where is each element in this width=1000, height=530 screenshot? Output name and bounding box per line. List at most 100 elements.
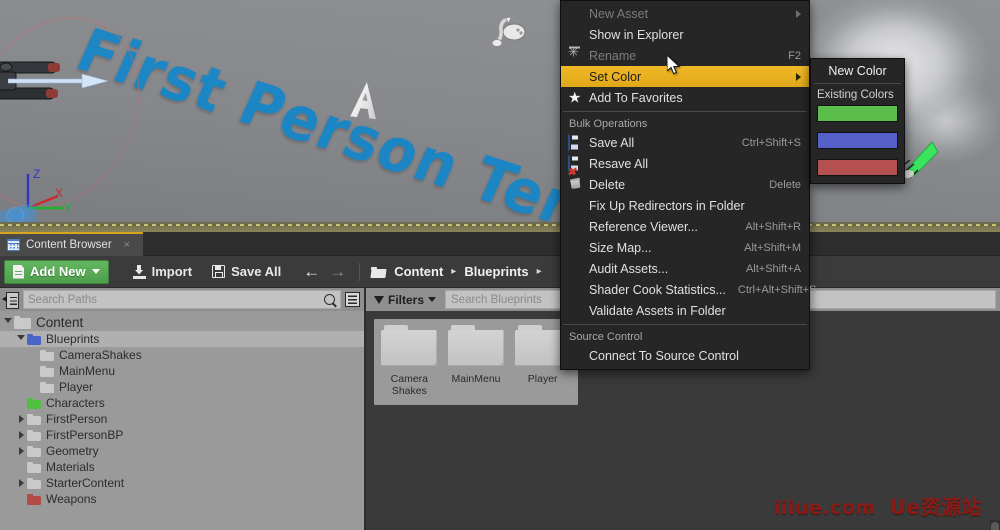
folder-context-menu[interactable]: New AssetShow in ExplorerRenameF2Set Col… — [560, 0, 810, 370]
menu-item-label: Validate Assets in Folder — [589, 304, 801, 318]
expander-icon[interactable] — [15, 447, 27, 455]
forward-arrow-icon[interactable]: → — [329, 263, 346, 280]
menu-item-label: Shader Cook Statistics... — [589, 283, 726, 297]
tree-item-characters[interactable]: Characters — [0, 395, 364, 411]
content-browser-icon — [7, 239, 20, 251]
menu-item-shortcut: Alt+Shift+A — [746, 263, 801, 275]
asset-view-scrollbar[interactable] — [990, 520, 1000, 530]
existing-colors-label: Existing Colors — [811, 86, 904, 105]
folder-icon — [27, 430, 41, 441]
breadcrumb-separator-icon: ▸ — [451, 266, 456, 277]
filters-button[interactable]: Filters — [370, 293, 440, 307]
asset-tile[interactable]: MainMenu — [445, 325, 508, 397]
menu-item-size-map[interactable]: Size Map...Alt+Shift+M — [561, 237, 809, 258]
collapse-panel-icon[interactable] — [2, 292, 19, 307]
expander-icon[interactable] — [2, 318, 14, 327]
watermark-site: iiiue.com — [774, 497, 876, 519]
mouse-cursor — [667, 55, 681, 75]
folder-icon — [27, 398, 41, 409]
expander-icon[interactable] — [15, 431, 27, 439]
tree-item-label: Blueprints — [46, 332, 99, 346]
save-icon — [212, 265, 225, 278]
tree-item-label: FirstPerson — [46, 412, 107, 426]
tree-item-mainmenu[interactable]: MainMenu — [0, 363, 364, 379]
tree-item-content[interactable]: Content — [0, 313, 364, 331]
menu-item-save-all[interactable]: Save AllCtrl+Shift+S — [561, 132, 809, 153]
asset-tile-label: Camera Shakes — [378, 373, 441, 397]
folder-icon — [40, 366, 54, 377]
close-icon[interactable]: × — [124, 239, 130, 251]
expander-icon[interactable] — [15, 415, 27, 423]
submenu-arrow-icon — [796, 10, 801, 18]
submenu-arrow-icon — [796, 73, 801, 81]
set-color-submenu[interactable]: New Color Existing Colors — [810, 58, 905, 184]
menu-item-connect-to-source-control[interactable]: Connect To Source Control — [561, 345, 809, 366]
folder-thumbnail-icon — [381, 325, 437, 368]
menu-item-show-in-explorer[interactable]: Show in Explorer — [561, 24, 809, 45]
menu-item-reference-viewer[interactable]: Reference Viewer...Alt+Shift+R — [561, 216, 809, 237]
tree-item-label: FirstPersonBP — [46, 428, 123, 442]
folder-icon — [40, 382, 54, 393]
search-icon — [324, 294, 335, 305]
back-arrow-icon[interactable]: ← — [303, 263, 320, 280]
translate-gizmo-x-axis[interactable] — [8, 74, 108, 88]
weapon-mesh[interactable] — [0, 48, 112, 128]
tree-item-camerashakes[interactable]: CameraShakes — [0, 347, 364, 363]
menu-item-label: Connect To Source Control — [589, 349, 801, 363]
tree-item-startercontent[interactable]: StarterContent — [0, 475, 364, 491]
folder-tree[interactable]: ContentBlueprintsCameraShakesMainMenuPla… — [0, 311, 364, 530]
menu-item-audit-assets[interactable]: Audit Assets...Alt+Shift+A — [561, 258, 809, 279]
chevron-down-icon — [428, 297, 436, 302]
player-start-icon[interactable] — [487, 12, 529, 54]
folder-icon — [14, 316, 31, 329]
add-new-button[interactable]: Add New — [4, 260, 109, 284]
folder-icon — [40, 350, 54, 361]
filters-label: Filters — [388, 293, 424, 307]
expander-icon[interactable] — [15, 335, 27, 344]
tree-item-firstpersonbp[interactable]: FirstPersonBP — [0, 427, 364, 443]
breadcrumb-item-content[interactable]: Content — [394, 264, 443, 279]
breadcrumb-item-blueprints[interactable]: Blueprints — [464, 264, 528, 279]
red-swatch[interactable] — [817, 159, 898, 176]
menu-separator — [563, 111, 807, 112]
folder-icon — [27, 446, 41, 457]
blue-swatch[interactable] — [817, 132, 898, 149]
folder-icon — [27, 478, 41, 489]
tree-item-player[interactable]: Player — [0, 379, 364, 395]
menu-item-validate-assets-in-folder[interactable]: Validate Assets in Folder — [561, 300, 809, 321]
directional-arrow-gizmo[interactable] — [900, 138, 944, 182]
menu-item-shader-cook-statistics[interactable]: Shader Cook Statistics...Ctrl+Alt+Shift+… — [561, 279, 809, 300]
list-view-icon[interactable] — [345, 292, 360, 307]
tree-item-weapons[interactable]: Weapons — [0, 491, 364, 507]
menu-item-add-to-favorites[interactable]: ★Add To Favorites — [561, 87, 809, 108]
menu-item-delete[interactable]: ✖DeleteDelete — [561, 174, 809, 195]
menu-item-shortcut: Delete — [769, 179, 801, 191]
tree-item-label: StarterContent — [46, 476, 124, 490]
tree-item-materials[interactable]: Materials — [0, 459, 364, 475]
menu-item-label: Size Map... — [589, 241, 732, 255]
menu-separator — [563, 324, 807, 325]
tree-item-blueprints[interactable]: Blueprints — [0, 331, 364, 347]
menu-section-bulk-operations: Bulk Operations — [561, 115, 809, 132]
import-button[interactable]: Import — [123, 260, 202, 284]
new-color-menu-item[interactable]: New Color — [811, 61, 904, 81]
breadcrumb-dropdown-icon[interactable]: ▸ — [537, 266, 542, 277]
green-swatch[interactable] — [817, 105, 898, 122]
folder-icon — [27, 334, 41, 345]
tree-item-firstperson[interactable]: FirstPerson — [0, 411, 364, 427]
folder-thumbnail-icon — [448, 325, 504, 368]
svg-text:X: X — [55, 186, 63, 200]
tree-item-geometry[interactable]: Geometry — [0, 443, 364, 459]
asset-tile-label: MainMenu — [451, 373, 500, 385]
tab-content-browser[interactable]: Content Browser × — [0, 232, 143, 256]
menu-item-fix-up-redirectors-in-folder[interactable]: Fix Up Redirectors in Folder — [561, 195, 809, 216]
asset-tile[interactable]: Camera Shakes — [378, 325, 441, 397]
tree-item-label: Materials — [46, 460, 95, 474]
menu-item-resave-all[interactable]: Resave All — [561, 153, 809, 174]
menu-item-shortcut: Alt+Shift+R — [745, 221, 801, 233]
save-all-button[interactable]: Save All — [202, 260, 291, 284]
expander-icon[interactable] — [15, 479, 27, 487]
menu-item-set-color[interactable]: Set Color — [561, 66, 809, 87]
search-paths-input[interactable]: Search Paths — [23, 290, 341, 309]
menu-item-label: Fix Up Redirectors in Folder — [589, 199, 801, 213]
